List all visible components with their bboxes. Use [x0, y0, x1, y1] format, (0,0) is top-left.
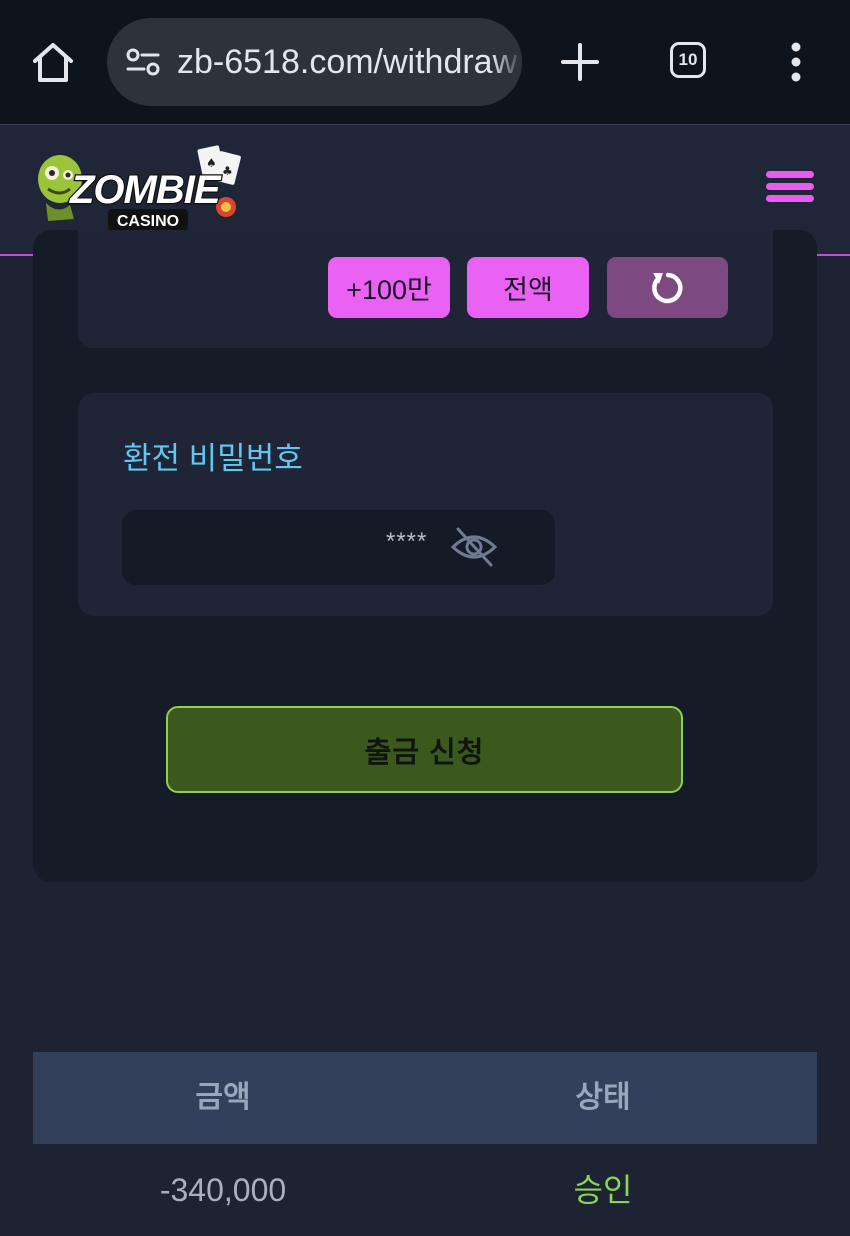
hamburger-line [766, 195, 814, 202]
column-header-status: 상태 [575, 1081, 631, 1114]
password-value[interactable]: **** [386, 528, 427, 556]
refresh-icon [651, 272, 683, 303]
tabs-icon[interactable]: 10 [670, 42, 706, 78]
column-header-amount: 금액 [195, 1081, 251, 1114]
withdraw-panel: +100만 전액 환전 비밀번호 **** 출금 신청 [33, 230, 817, 882]
home-icon[interactable] [28, 38, 78, 88]
url-fade [492, 18, 522, 106]
reset-amount-button[interactable] [607, 257, 728, 318]
withdraw-history-table: 금액 상태 -340,000 승인 [33, 1052, 817, 1217]
site-info-icon[interactable] [125, 44, 161, 80]
add-100man-button[interactable]: +100만 [328, 257, 450, 318]
hamburger-icon[interactable] [766, 171, 814, 209]
browser-toolbar: zb-6518.com/withdraw 10 [0, 0, 850, 124]
full-amount-button[interactable]: 전액 [467, 257, 589, 318]
url-text[interactable]: zb-6518.com/withdraw [177, 40, 517, 84]
password-field[interactable]: **** [122, 510, 555, 585]
logo-wordmark: ZOMBIE [69, 168, 222, 212]
row-amount: -340,000 [159, 1172, 287, 1208]
eye-off-icon[interactable] [449, 522, 499, 572]
plus-icon[interactable] [558, 40, 602, 84]
more-vertical-icon[interactable] [780, 40, 812, 84]
table-row: -340,000 승인 [33, 1144, 817, 1217]
row-status: 승인 [573, 1172, 633, 1208]
svg-text:♣: ♣ [222, 164, 233, 178]
password-card: 환전 비밀번호 **** [78, 393, 773, 616]
password-label: 환전 비밀번호 [123, 441, 303, 476]
table-header: 금액 상태 [33, 1052, 817, 1144]
amount-card: +100만 전액 [78, 230, 773, 348]
address-bar[interactable]: zb-6518.com/withdraw [107, 18, 522, 106]
logo-subtitle: CASINO [117, 213, 179, 230]
hamburger-line [766, 183, 814, 190]
zombie-casino-logo[interactable]: ♠ ♣ ZOMBIE CASINO [30, 143, 252, 239]
hamburger-line [766, 171, 814, 178]
withdraw-submit-button[interactable]: 출금 신청 [166, 706, 683, 793]
